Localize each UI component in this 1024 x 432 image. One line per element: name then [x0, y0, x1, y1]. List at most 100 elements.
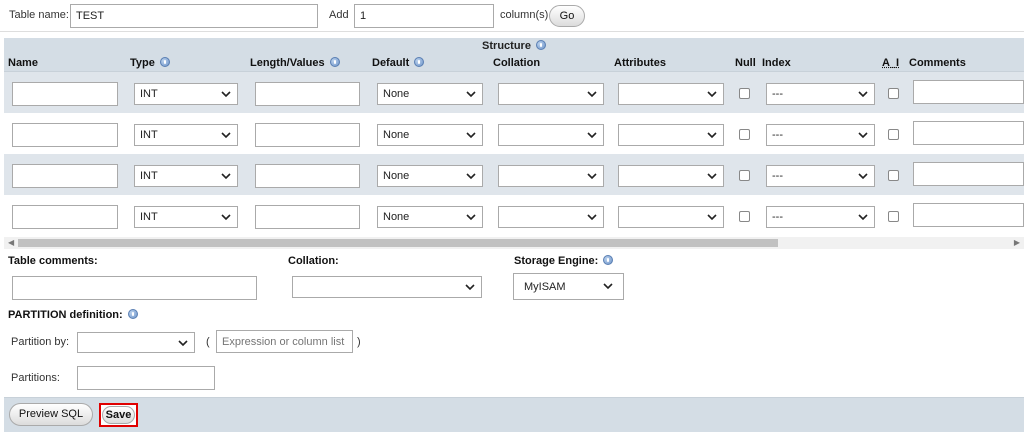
- column-index-value: ---: [772, 170, 783, 182]
- partition-definition-text: PARTITION definition:: [8, 309, 123, 321]
- header-attributes: Attributes: [614, 57, 666, 69]
- column-default-select[interactable]: None: [377, 165, 483, 187]
- storage-engine-value: MyISAM: [524, 281, 566, 293]
- chevron-down-icon: [858, 128, 868, 142]
- column-length-input[interactable]: [255, 164, 360, 188]
- partition-expression-input[interactable]: [216, 330, 353, 353]
- chevron-down-icon: [587, 169, 597, 183]
- column-attributes-select[interactable]: [618, 206, 724, 228]
- header-index: Index: [762, 57, 791, 69]
- header-default-label: Default: [372, 57, 410, 69]
- column-length-input[interactable]: [255, 205, 360, 229]
- column-index-select[interactable]: ---: [766, 165, 875, 187]
- column-default-select[interactable]: None: [377, 83, 483, 105]
- column-comments-input[interactable]: [913, 203, 1024, 227]
- column-attributes-select[interactable]: [618, 83, 724, 105]
- chevron-down-icon: [465, 280, 475, 294]
- chevron-down-icon: [707, 169, 717, 183]
- header-comments: Comments: [909, 57, 966, 69]
- column-index-select[interactable]: ---: [766, 124, 875, 146]
- add-columns-input[interactable]: 1: [354, 4, 494, 28]
- header-type: Type: [130, 57, 170, 69]
- column-collation-select[interactable]: [498, 83, 604, 105]
- columns-label: column(s): [500, 9, 549, 21]
- header-null: Null: [735, 57, 756, 69]
- column-name-input[interactable]: [12, 123, 118, 147]
- table-comments-label: Table comments:: [8, 255, 98, 267]
- column-type-value: INT: [140, 211, 158, 223]
- header-default: Default: [372, 57, 425, 69]
- auto-increment-checkbox[interactable]: [888, 88, 899, 99]
- column-comments-input[interactable]: [913, 162, 1024, 186]
- column-collation-select[interactable]: [498, 124, 604, 146]
- column-name-input[interactable]: [12, 205, 118, 229]
- help-icon[interactable]: [535, 40, 546, 50]
- table-name-input[interactable]: TEST: [70, 4, 318, 28]
- column-comments-input[interactable]: [913, 80, 1024, 104]
- auto-increment-checkbox[interactable]: [888, 129, 899, 140]
- scrollbar-thumb[interactable]: [18, 239, 778, 247]
- storage-engine-select[interactable]: MyISAM: [513, 273, 624, 300]
- column-row: INT None ---: [4, 113, 1024, 154]
- partition-by-select[interactable]: [77, 332, 195, 353]
- table-name-bar: Table name: TEST Add 1 column(s) Go: [0, 0, 1024, 32]
- column-type-value: INT: [140, 88, 158, 100]
- save-button[interactable]: Save: [102, 406, 135, 424]
- header-name: Name: [8, 57, 38, 69]
- column-default-select[interactable]: None: [377, 124, 483, 146]
- column-length-input[interactable]: [255, 82, 360, 106]
- column-index-select[interactable]: ---: [766, 83, 875, 105]
- storage-engine-label: Storage Engine:: [514, 255, 614, 267]
- chevron-down-icon: [178, 336, 188, 350]
- column-collation-select[interactable]: [498, 206, 604, 228]
- action-bar: [4, 397, 1024, 432]
- help-icon[interactable]: [329, 57, 340, 67]
- help-icon[interactable]: [159, 57, 170, 67]
- auto-increment-checkbox[interactable]: [888, 211, 899, 222]
- column-collation-select[interactable]: [498, 165, 604, 187]
- column-name-input[interactable]: [12, 82, 118, 106]
- column-headers: Name Type Length/Values Default Collatio…: [4, 55, 1024, 72]
- table-collation-select[interactable]: [292, 276, 482, 298]
- add-label: Add: [329, 9, 349, 21]
- column-default-value: None: [383, 88, 410, 100]
- go-button[interactable]: Go: [549, 5, 585, 27]
- chevron-down-icon: [587, 128, 597, 142]
- header-length: Length/Values: [250, 57, 340, 69]
- scroll-left-icon[interactable]: ◀: [8, 238, 14, 247]
- column-attributes-select[interactable]: [618, 124, 724, 146]
- column-type-select[interactable]: INT: [134, 206, 238, 228]
- preview-sql-button[interactable]: Preview SQL: [9, 403, 93, 426]
- null-checkbox[interactable]: [739, 170, 750, 181]
- help-icon[interactable]: [603, 255, 614, 265]
- column-index-select[interactable]: ---: [766, 206, 875, 228]
- header-collation: Collation: [493, 57, 541, 69]
- table-comments-input[interactable]: [12, 276, 257, 300]
- chevron-down-icon: [707, 210, 717, 224]
- column-default-value: None: [383, 170, 410, 182]
- horizontal-scrollbar[interactable]: ◀ ▶: [4, 237, 1024, 249]
- chevron-down-icon: [707, 128, 717, 142]
- null-checkbox[interactable]: [739, 211, 750, 222]
- column-type-select[interactable]: INT: [134, 165, 238, 187]
- scroll-right-icon[interactable]: ▶: [1014, 238, 1020, 247]
- help-icon[interactable]: [127, 309, 138, 319]
- column-length-input[interactable]: [255, 123, 360, 147]
- column-type-select[interactable]: INT: [134, 124, 238, 146]
- null-checkbox[interactable]: [739, 129, 750, 140]
- partitions-input[interactable]: [77, 366, 215, 390]
- structure-title: Structure: [482, 40, 531, 52]
- auto-increment-checkbox[interactable]: [888, 170, 899, 181]
- column-default-select[interactable]: None: [377, 206, 483, 228]
- column-type-select[interactable]: INT: [134, 83, 238, 105]
- column-index-value: ---: [772, 211, 783, 223]
- column-attributes-select[interactable]: [618, 165, 724, 187]
- partition-definition-label: PARTITION definition:: [8, 309, 138, 321]
- null-checkbox[interactable]: [739, 88, 750, 99]
- column-comments-input[interactable]: [913, 121, 1024, 145]
- chevron-down-icon: [466, 128, 476, 142]
- help-icon[interactable]: [414, 57, 425, 67]
- chevron-down-icon: [858, 169, 868, 183]
- column-name-input[interactable]: [12, 164, 118, 188]
- table-name-label: Table name:: [9, 9, 69, 21]
